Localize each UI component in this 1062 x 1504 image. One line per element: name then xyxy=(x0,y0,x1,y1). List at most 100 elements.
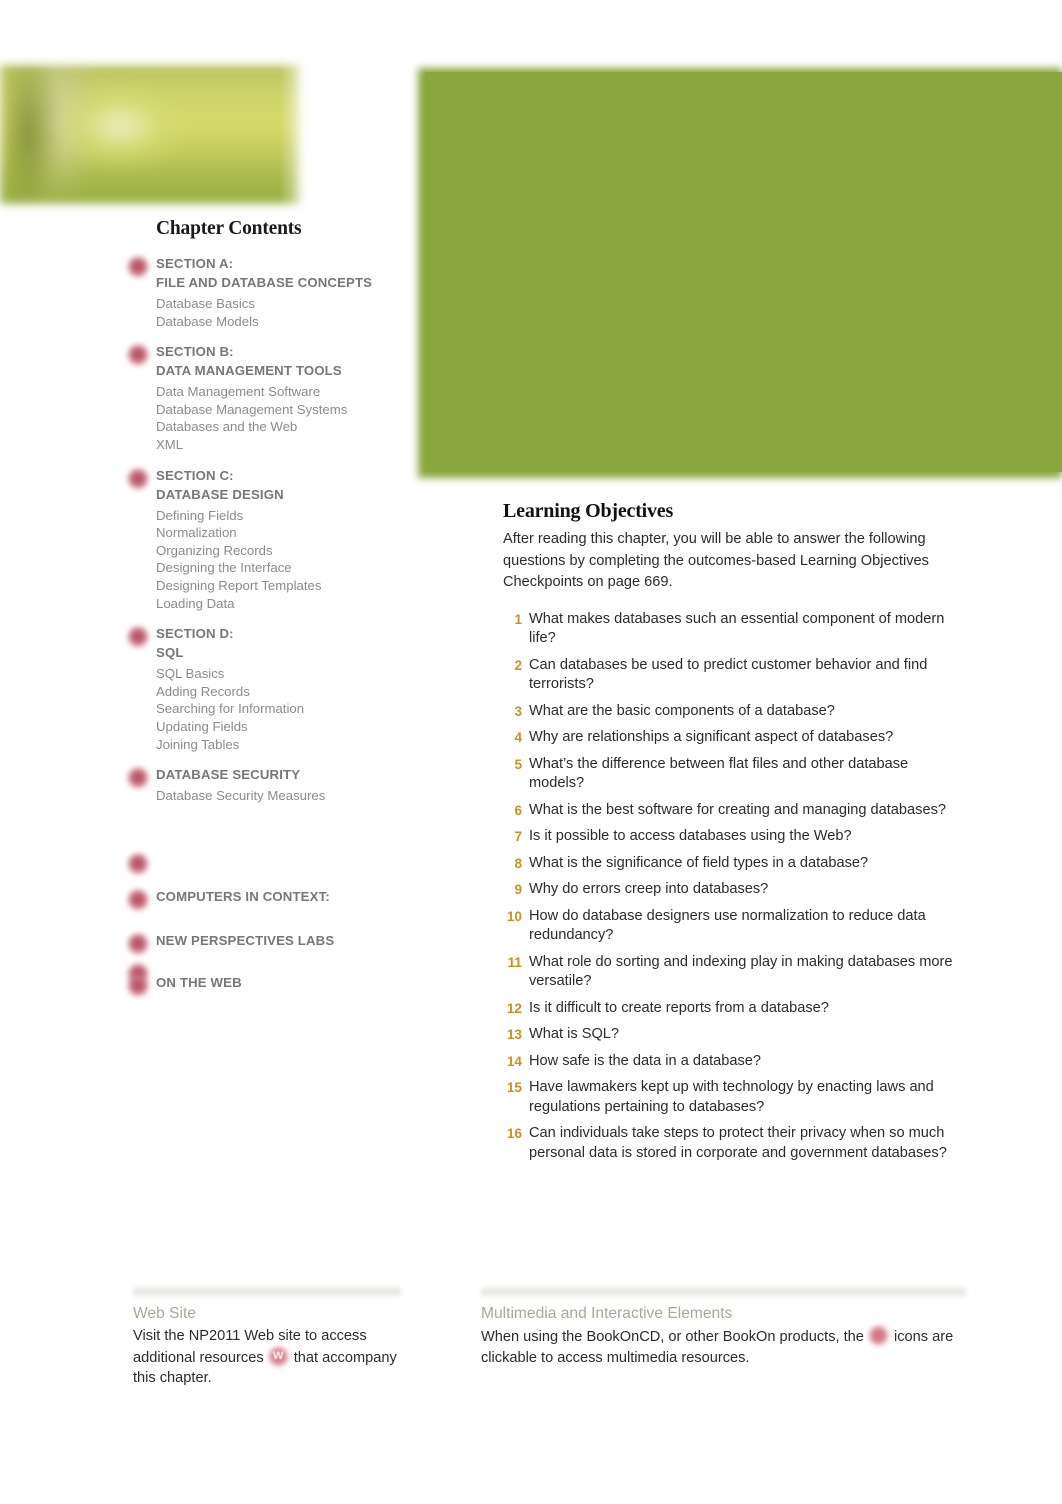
learning-objective-text: What is the significance of field types … xyxy=(529,854,869,871)
learning-objective-number: 13 xyxy=(506,1027,522,1042)
learning-objective-number: 9 xyxy=(514,882,522,897)
chapter-contents-group: SECTION A: FILE AND DATABASE CONCEPTS Data… xyxy=(127,254,418,331)
multimedia-icon[interactable] xyxy=(127,256,149,278)
learning-objective-number: 2 xyxy=(514,657,522,673)
multimedia-icon[interactable] xyxy=(127,852,149,875)
learning-objective-text: Have lawmakers kept up with technology b… xyxy=(529,1079,934,1115)
learning-objectives-title: Learning Objectives xyxy=(503,500,674,522)
chapter-contents-item[interactable]: Databases and the Web xyxy=(156,418,418,436)
learning-objective-item: 16 Can individuals take steps to protect … xyxy=(503,1124,963,1163)
learning-objective-number: 12 xyxy=(506,1000,522,1016)
learning-objective-number: 1 xyxy=(514,611,522,627)
learning-objective-text: How do database designers use normalizat… xyxy=(529,907,926,944)
chapter-contents-group: COMPUTERS IN CONTEXT: xyxy=(127,887,418,911)
chapter-contents-item[interactable]: Database Basics xyxy=(156,295,418,313)
learning-objectives-question-list: 1 What makes databases such an essential … xyxy=(503,610,963,1164)
multimedia-footer: Multimedia and Interactive Elements When… xyxy=(481,1286,966,1368)
learning-objective-item: 13 What is SQL? xyxy=(503,1025,963,1045)
learning-objective-item: 10 How do database designers use normaliz… xyxy=(503,907,963,946)
chapter-contents-section-name[interactable]: ON THE WEB xyxy=(156,973,418,992)
footer-divider-left xyxy=(133,1286,401,1297)
chapter-contents-item[interactable]: Designing the Interface xyxy=(156,559,418,577)
chapter-contents-item[interactable]: Database Management Systems xyxy=(156,401,418,419)
chapter-contents-item[interactable]: Database Models xyxy=(156,313,418,331)
chapter-contents-section-label: SECTION B: xyxy=(156,344,234,360)
learning-objective-item: 9 Why do errors creep into databases? xyxy=(503,880,963,900)
multimedia-icon[interactable] xyxy=(127,974,149,997)
multimedia-icon[interactable] xyxy=(127,767,149,790)
chapter-contents-item[interactable]: Designing Report Templates xyxy=(156,577,418,595)
footer-divider-right xyxy=(481,1286,966,1297)
chapter-contents-sidebar: Chapter Contents SECTION A: FILE AND DATA… xyxy=(127,218,418,1007)
learning-objective-text: How safe is the data in a database? xyxy=(529,1052,762,1069)
learning-objective-item: 14 How safe is the data in a database? xyxy=(503,1052,963,1072)
chapter-contents-section-label: SECTION A: xyxy=(156,256,234,271)
learning-objective-number: 6 xyxy=(514,802,522,818)
chapter-contents-group: ON THE WEB xyxy=(127,973,418,997)
chapter-contents-section-name[interactable]: NEW PERSPECTIVES LABS xyxy=(156,931,418,950)
learning-objective-text: Is it difficult to create reports from a… xyxy=(529,999,829,1016)
chapter-contents-section-name[interactable]: DATABASE DESIGN xyxy=(156,485,418,504)
chapter-contents-title: Chapter Contents xyxy=(156,218,302,239)
web-site-body: Visit the NP2011 Web site to access addi… xyxy=(133,1326,401,1389)
multimedia-icon[interactable] xyxy=(127,344,149,367)
learning-objective-text: Why are relationships a significant aspe… xyxy=(529,729,894,745)
learning-objective-item: 7 Is it possible to access databases usin… xyxy=(503,827,963,847)
chapter-contents-item[interactable]: Data Management Software xyxy=(156,383,418,401)
chapter-contents-item[interactable]: Joining Tables xyxy=(156,736,418,754)
web-site-w-icon-label: W xyxy=(272,1349,284,1362)
chapter-contents-item[interactable]: Database Security Measures xyxy=(156,787,418,805)
learning-objective-text: Can databases be used to predict custome… xyxy=(529,656,928,693)
chapter-contents-item[interactable]: Updating Fields xyxy=(156,718,418,736)
learning-objective-text: What’s the difference between flat files… xyxy=(529,755,909,792)
chapter-contents-section-name[interactable]: SQL xyxy=(156,643,418,662)
learning-objective-text: Can individuals take steps to protect th… xyxy=(529,1125,947,1161)
learning-objective-item: 6 What is the best software for creating … xyxy=(503,801,963,821)
chapter-contents-section-label: SECTION D: xyxy=(156,626,234,642)
learning-objective-number: 7 xyxy=(514,829,522,844)
learning-objective-text: Why do errors creep into databases? xyxy=(529,881,769,897)
learning-objectives-intro: After reading this chapter, you will be … xyxy=(503,531,929,590)
chapter-contents-group: SECTION C: DATABASE DESIGN Defining Fields… xyxy=(127,466,418,613)
learning-objective-item: 5 What’s the difference between flat file… xyxy=(503,755,963,794)
learning-objective-number: 14 xyxy=(506,1053,522,1069)
multimedia-icon[interactable] xyxy=(127,932,149,955)
learning-objective-text: Is it possible to access databases using… xyxy=(529,828,852,844)
multimedia-text-before: When using the BookOnCD, or other BookOn… xyxy=(481,1329,864,1345)
learning-objective-text: What role do sorting and indexing play i… xyxy=(529,953,953,990)
learning-objective-item: 8 What is the significance of field types… xyxy=(503,854,963,874)
chapter-contents-item[interactable]: Organizing Records xyxy=(156,542,418,560)
web-site-w-icon[interactable]: W xyxy=(268,1347,290,1366)
multimedia-icon[interactable] xyxy=(127,626,149,649)
chapter-contents-section-name[interactable]: FILE AND DATABASE CONCEPTS xyxy=(156,273,418,292)
learning-objective-number: 4 xyxy=(514,730,522,745)
chapter-contents-item[interactable]: Adding Records xyxy=(156,683,418,701)
chapter-contents-section-name[interactable]: COMPUTERS IN CONTEXT: xyxy=(156,887,418,906)
learning-objective-text: What is the best software for creating a… xyxy=(529,801,946,818)
learning-objective-item: 12 Is it difficult to create reports from… xyxy=(503,999,963,1019)
chapter-contents-item[interactable]: Loading Data xyxy=(156,595,418,613)
learning-objective-number: 3 xyxy=(514,703,522,719)
learning-objective-number: 5 xyxy=(514,756,522,772)
learning-objective-text: What makes databases such an essential c… xyxy=(529,610,945,647)
web-site-heading: Web Site xyxy=(133,1305,196,1322)
learning-objective-item: 3 What are the basic components of a data… xyxy=(503,702,963,722)
multimedia-icon[interactable] xyxy=(127,467,149,490)
chapter-contents-section-name[interactable]: DATABASE SECURITY xyxy=(156,765,418,784)
chapter-contents-item[interactable]: XML xyxy=(156,436,418,454)
multimedia-icon[interactable] xyxy=(127,888,149,911)
multimedia-heading: Multimedia and Interactive Elements xyxy=(481,1305,733,1322)
chapter-contents-item[interactable]: Defining Fields xyxy=(156,507,418,525)
chapter-contents-item[interactable]: Searching for Information xyxy=(156,700,418,718)
chapter-contents-section-name[interactable]: DATA MANAGEMENT TOOLS xyxy=(156,361,418,380)
chapter-contents-item[interactable]: Normalization xyxy=(156,524,418,542)
chapter-banner-photo xyxy=(0,64,300,204)
learning-objective-number: 10 xyxy=(506,908,522,924)
chapter-contents-item[interactable]: SQL Basics xyxy=(156,665,418,683)
multimedia-icon[interactable] xyxy=(868,1326,890,1345)
